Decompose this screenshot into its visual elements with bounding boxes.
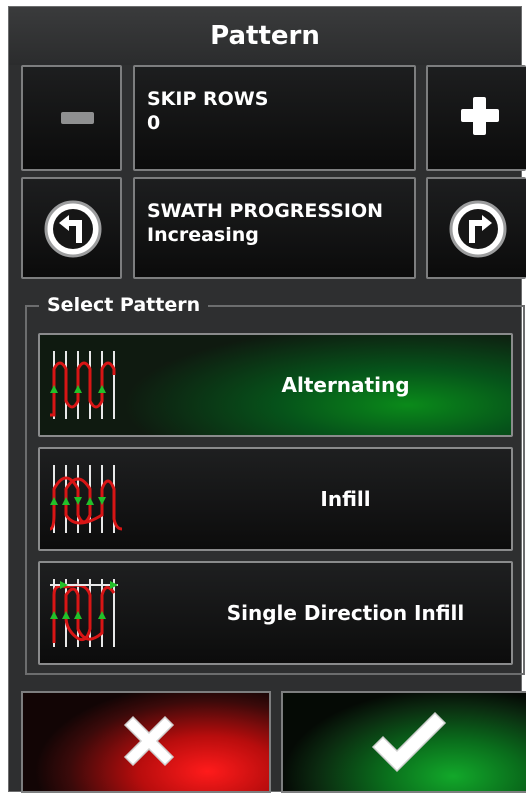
skip-rows-value: 0: [147, 112, 161, 134]
alternating-pattern-icon: [50, 351, 116, 419]
pattern-dialog: Pattern SKIP ROWS 0 SWATH PROGRESSION In…: [8, 6, 526, 793]
swath-progression-value: Increasing: [147, 224, 259, 246]
close-icon: [123, 715, 175, 767]
swath-progression-left-button[interactable]: [21, 177, 122, 279]
swath-progression-field[interactable]: SWATH PROGRESSION Increasing: [133, 177, 416, 279]
cancel-button[interactable]: [21, 691, 271, 793]
pattern-option-single-direction-infill[interactable]: Single Direction Infill: [38, 561, 513, 665]
checkmark-icon: [371, 711, 447, 773]
confirm-button[interactable]: [281, 691, 526, 793]
decrease-skip-rows-button[interactable]: [21, 65, 122, 171]
skip-rows-field[interactable]: SKIP ROWS 0: [133, 65, 416, 171]
infill-pattern-icon: [49, 465, 123, 533]
swath-progression-right-button[interactable]: [426, 177, 526, 279]
select-pattern-heading: Select Pattern: [39, 293, 209, 317]
skip-rows-label: SKIP ROWS: [147, 88, 269, 110]
turn-right-icon: [449, 200, 507, 258]
dialog-title: Pattern: [9, 7, 521, 65]
pattern-option-label: Single Direction Infill: [226, 601, 465, 625]
increase-skip-rows-button[interactable]: [426, 65, 526, 171]
pattern-option-label: Alternating: [281, 373, 410, 397]
pattern-option-alternating[interactable]: Alternating: [38, 333, 513, 437]
turn-left-icon: [44, 200, 102, 258]
swath-progression-label: SWATH PROGRESSION: [147, 200, 384, 222]
minus-icon: [61, 112, 94, 124]
pattern-option-label: Infill: [320, 487, 371, 511]
single-direction-infill-pattern-icon: [50, 579, 118, 647]
pattern-option-infill[interactable]: Infill: [38, 447, 513, 551]
